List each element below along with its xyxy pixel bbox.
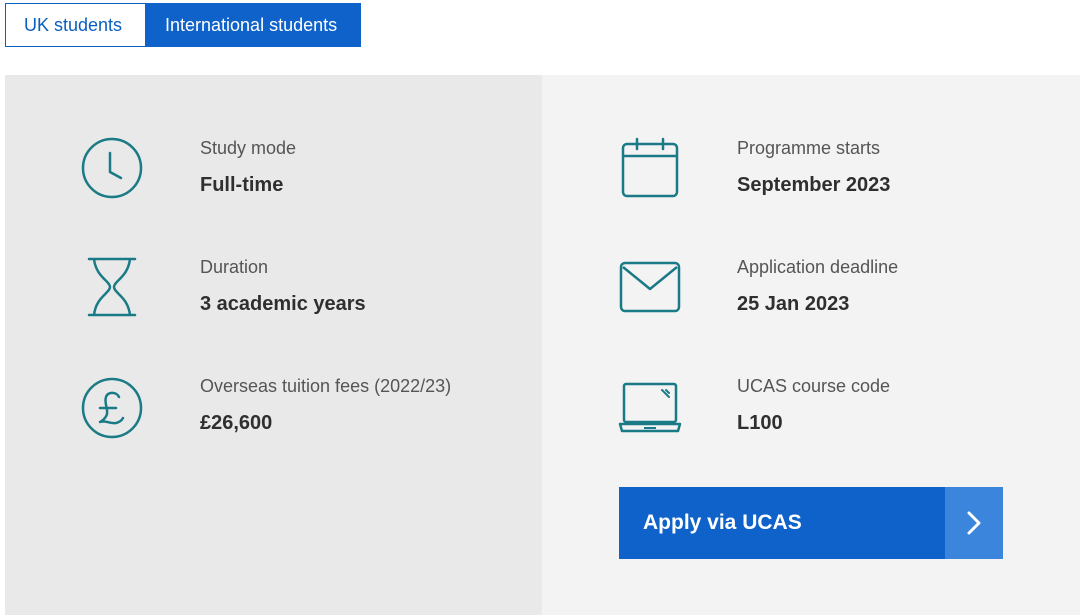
tuition-fees-value: £26,600 bbox=[200, 412, 273, 434]
envelope-icon bbox=[615, 252, 685, 322]
duration-label: Duration bbox=[200, 257, 269, 277]
apply-via-ucas-label[interactable]: Apply via UCAS bbox=[619, 487, 945, 559]
course-info-panel: Study mode Full-time Duration 3 academic… bbox=[5, 75, 1080, 615]
chevron-right-icon[interactable] bbox=[945, 487, 1003, 559]
ucas-code-label: UCAS course code bbox=[737, 376, 891, 396]
calendar-icon bbox=[615, 133, 685, 203]
apply-via-ucas-button[interactable]: Apply via UCAS bbox=[619, 487, 1003, 559]
study-mode-label: Study mode bbox=[200, 138, 297, 158]
student-type-tabs: UK students International students bbox=[5, 3, 361, 47]
application-deadline-value: 25 Jan 2023 bbox=[737, 293, 850, 315]
course-info-left-column: Study mode Full-time Duration 3 academic… bbox=[5, 75, 542, 615]
duration-value: 3 academic years bbox=[200, 293, 366, 315]
tab-uk-students[interactable]: UK students bbox=[5, 3, 145, 47]
duration-item: Duration 3 academic years bbox=[5, 256, 542, 336]
study-mode-item: Study mode Full-time bbox=[5, 137, 542, 217]
pound-icon bbox=[77, 373, 147, 443]
programme-starts-item: Programme starts September 2023 bbox=[542, 137, 1080, 217]
programme-starts-value: September 2023 bbox=[737, 174, 891, 196]
application-deadline-label: Application deadline bbox=[737, 257, 899, 277]
application-deadline-item: Application deadline 25 Jan 2023 bbox=[542, 256, 1080, 336]
laptop-icon bbox=[615, 373, 685, 443]
hourglass-icon bbox=[77, 252, 147, 322]
tuition-fees-item: Overseas tuition fees (2022/23) £26,600 bbox=[5, 375, 542, 455]
study-mode-value: Full-time bbox=[200, 174, 284, 196]
programme-starts-label: Programme starts bbox=[737, 138, 881, 158]
tuition-fees-label: Overseas tuition fees (2022/23) bbox=[200, 376, 452, 396]
ucas-code-item: UCAS course code L100 bbox=[542, 375, 1080, 455]
tab-international-students[interactable]: International students bbox=[145, 3, 361, 47]
ucas-code-value: L100 bbox=[737, 412, 783, 434]
course-info-right-column: Programme starts September 2023 Applicat… bbox=[542, 75, 1080, 615]
clock-icon bbox=[77, 133, 147, 203]
